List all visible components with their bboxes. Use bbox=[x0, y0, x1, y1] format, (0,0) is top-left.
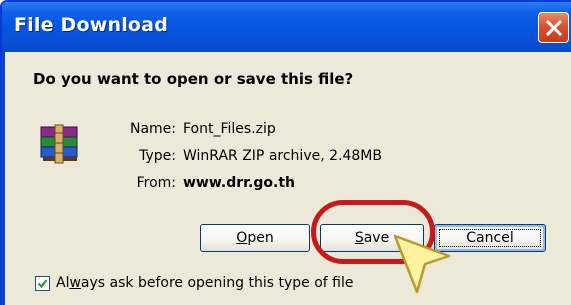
type-value: WinRAR ZIP archive, 2.48MB bbox=[183, 148, 382, 164]
close-x-icon bbox=[545, 19, 562, 36]
title-bar[interactable]: File Download bbox=[2, 2, 571, 52]
window-left-border bbox=[2, 52, 5, 305]
always-ask-label-rest: ays ask before opening this type of file bbox=[80, 275, 354, 291]
open-button-label: pen bbox=[247, 230, 274, 246]
winrar-archive-icon bbox=[40, 124, 78, 164]
from-value: www.drr.go.th bbox=[183, 175, 295, 191]
always-ask-checkbox[interactable] bbox=[35, 276, 50, 291]
open-button[interactable]: Open bbox=[200, 224, 310, 252]
always-ask-label-mnemonic: w bbox=[69, 275, 81, 291]
pointer-arrow-icon bbox=[393, 234, 451, 294]
file-download-dialog: File Download Do you want to open or sav… bbox=[0, 0, 571, 305]
dialog-question: Do you want to open or save this file? bbox=[33, 70, 354, 88]
from-label: From: bbox=[136, 175, 176, 191]
focus-rectangle bbox=[439, 229, 541, 247]
name-label: Name: bbox=[129, 121, 176, 137]
always-ask-label-prefix: Al bbox=[56, 275, 70, 291]
type-label: Type: bbox=[139, 148, 176, 164]
window-title: File Download bbox=[14, 14, 168, 36]
always-ask-label[interactable]: Always ask before opening this type of f… bbox=[56, 275, 354, 291]
checkmark-icon bbox=[37, 279, 48, 289]
open-button-mnemonic: O bbox=[236, 230, 248, 246]
name-value: Font_Files.zip bbox=[183, 121, 276, 137]
close-button[interactable] bbox=[538, 12, 569, 43]
